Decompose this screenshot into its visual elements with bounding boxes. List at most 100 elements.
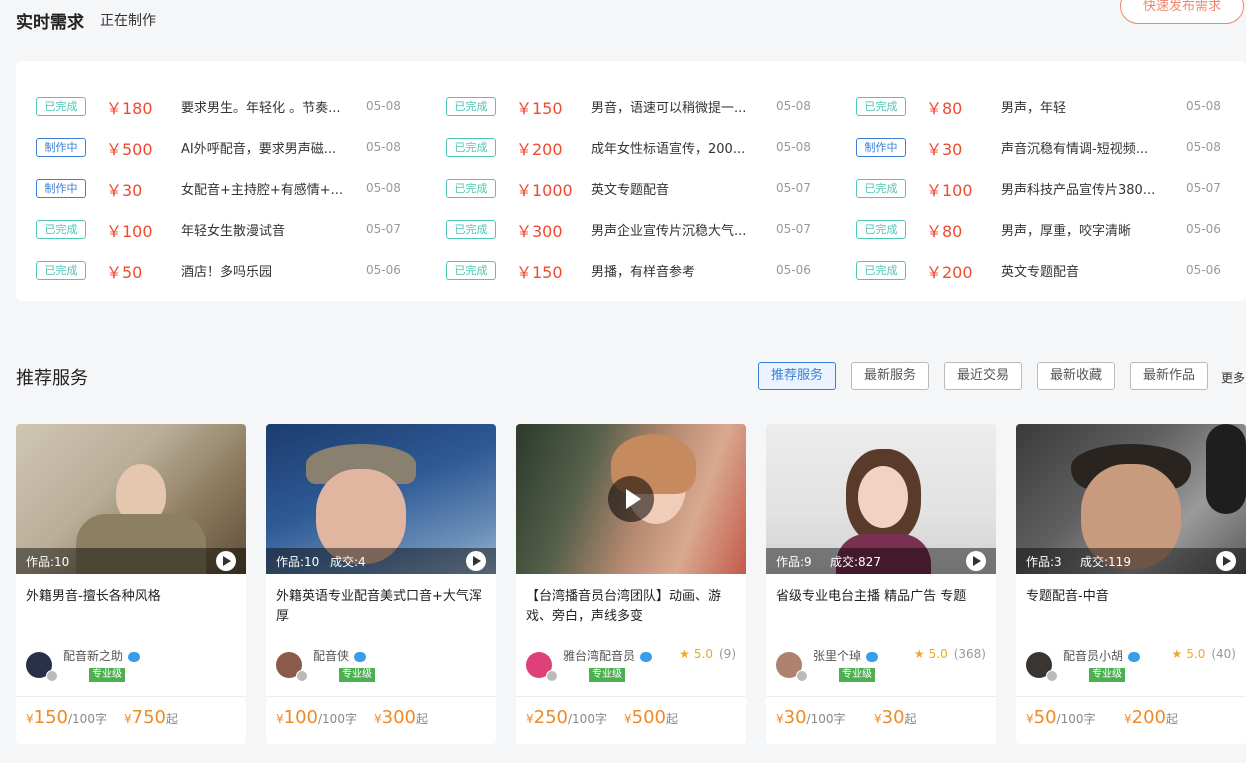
demand-desc[interactable]: 英文专题配音 [1001, 261, 1176, 280]
demand-row[interactable]: 已完成 ￥300 男声企业宣传片沉稳大气... 05-07 [426, 212, 836, 253]
demand-row[interactable]: 已完成 ￥50 酒店！多吗乐园 05-06 [16, 253, 426, 294]
chat-icon[interactable] [640, 651, 653, 662]
status-badge: 已完成 [36, 220, 86, 239]
service-title[interactable]: 【台湾播音员台湾团队】动画、游戏、旁白，声线多变 [526, 587, 736, 627]
demand-date: 05-07 [776, 181, 811, 195]
deals-count: 成交:4 [330, 555, 366, 569]
service-thumbnail[interactable] [516, 424, 746, 574]
seller-name[interactable]: 配音侠 [313, 647, 367, 664]
demand-date: 05-08 [1186, 99, 1221, 113]
demand-row[interactable]: 已完成 ￥80 男声，年轻 05-08 [836, 89, 1246, 130]
demand-desc[interactable]: 男音，语速可以稍微提一... [591, 97, 766, 116]
online-status-icon [546, 670, 558, 682]
more-link[interactable]: 更多 [1221, 369, 1245, 386]
demand-row[interactable]: 制作中 ￥500 AI外呼配音，要求男声磁... 05-08 [16, 130, 426, 171]
demand-price: ￥180 [106, 99, 153, 118]
seller-name[interactable]: 配音新之助 [63, 647, 141, 664]
thumb-info-bar: 作品:9 成交:827 [766, 548, 996, 574]
demand-row[interactable]: 制作中 ￥30 女配音+主持腔+有感情+... 05-08 [16, 171, 426, 212]
service-card[interactable]: 作品:3 成交:119 专题配音-中音 配音员小胡 ★ 5.0 (40) 专业级 ¥… [1016, 424, 1246, 744]
tab-latest-services[interactable]: 最新服务 [851, 362, 929, 390]
rating: ★ 5.0 (40) [1171, 647, 1237, 661]
rating: ★ 5.0 (9) [679, 647, 736, 661]
online-status-icon [296, 670, 308, 682]
demand-row[interactable]: 已完成 ￥180 要求男生。年轻化 。节奏... 05-08 [16, 89, 426, 130]
service-card[interactable]: 作品:10 外籍男音-擅长各种风格 配音新之助 专业级 ¥150/100字 ¥7… [16, 424, 246, 744]
status-badge: 已完成 [856, 261, 906, 280]
demand-row[interactable]: 已完成 ￥200 英文专题配音 05-06 [836, 253, 1246, 294]
divider [16, 696, 246, 697]
status-badge: 已完成 [446, 97, 496, 116]
service-card[interactable]: 作品:10 成交:4 外籍英语专业配音美式口音+大气浑厚 配音侠 专业级 ¥10… [266, 424, 496, 744]
demand-desc[interactable]: 男声企业宣传片沉稳大气... [591, 220, 766, 239]
play-icon[interactable] [966, 551, 986, 571]
tab-recommend[interactable]: 推荐服务 [758, 362, 836, 390]
demand-row[interactable]: 已完成 ￥100 年轻女生散漫试音 05-07 [16, 212, 426, 253]
seller-name[interactable]: 雅台湾配音员 [563, 647, 653, 664]
demand-desc[interactable]: 要求男生。年轻化 。节奏... [181, 97, 356, 116]
demand-desc[interactable]: 年轻女生散漫试音 [181, 220, 356, 239]
demand-price: ￥1000 [516, 181, 573, 200]
play-icon[interactable] [466, 551, 486, 571]
demand-desc[interactable]: 男声科技产品宣传片380... [1001, 179, 1176, 198]
tab-recent-deals[interactable]: 最近交易 [944, 362, 1022, 390]
demand-row[interactable]: 制作中 ￥30 声音沉稳有情调-短视频... 05-08 [836, 130, 1246, 171]
section-subtitle[interactable]: 正在制作 [100, 10, 156, 30]
service-title[interactable]: 外籍男音-擅长各种风格 [26, 587, 236, 607]
play-icon[interactable] [216, 551, 236, 571]
demand-desc[interactable]: 酒店！多吗乐园 [181, 261, 356, 280]
demand-row[interactable]: 已完成 ￥150 男音，语速可以稍微提一... 05-08 [426, 89, 836, 130]
start-price: ¥200起 [1124, 707, 1179, 728]
chat-icon[interactable] [354, 651, 367, 662]
demand-row[interactable]: 已完成 ￥200 成年女性标语宣传，200... 05-08 [426, 130, 836, 171]
service-title[interactable]: 外籍英语专业配音美式口音+大气浑厚 [276, 587, 486, 627]
thumb-info-bar: 作品:3 成交:119 [1016, 548, 1246, 574]
seller-name[interactable]: 张里个琸 [813, 647, 879, 664]
publish-demand-button[interactable]: 快速发布需求 [1120, 0, 1244, 24]
demand-desc[interactable]: 男声，年轻 [1001, 97, 1176, 116]
demand-row[interactable]: 已完成 ￥1000 英文专题配音 05-07 [426, 171, 836, 212]
seller-name[interactable]: 配音员小胡 [1063, 647, 1141, 664]
demand-desc[interactable]: 英文专题配音 [591, 179, 766, 198]
demand-row[interactable]: 已完成 ￥80 男声，厚重，咬字清晰 05-06 [836, 212, 1246, 253]
demand-row[interactable]: 已完成 ￥100 男声科技产品宣传片380... 05-07 [836, 171, 1246, 212]
star-icon: ★ [913, 647, 925, 661]
demand-date: 05-06 [1186, 222, 1221, 236]
service-thumbnail[interactable]: 作品:9 成交:827 [766, 424, 996, 574]
service-thumbnail[interactable]: 作品:10 [16, 424, 246, 574]
service-thumbnail[interactable]: 作品:10 成交:4 [266, 424, 496, 574]
service-title[interactable]: 专题配音-中音 [1026, 587, 1236, 607]
divider [1016, 696, 1246, 697]
status-badge: 制作中 [856, 138, 906, 157]
status-badge: 已完成 [446, 179, 496, 198]
service-card[interactable]: 【台湾播音员台湾团队】动画、游戏、旁白，声线多变 雅台湾配音员 ★ 5.0 (9) … [516, 424, 746, 744]
tab-latest-favorites[interactable]: 最新收藏 [1037, 362, 1115, 390]
status-badge: 已完成 [446, 220, 496, 239]
demand-desc[interactable]: 声音沉稳有情调-短视频... [1001, 138, 1176, 157]
tab-latest-works[interactable]: 最新作品 [1130, 362, 1208, 390]
demand-price: ￥100 [106, 222, 153, 241]
demand-price: ￥50 [106, 263, 143, 282]
service-title[interactable]: 省级专业电台主播 精品广告 专题 [776, 587, 986, 607]
demand-desc[interactable]: 成年女性标语宣传，200... [591, 138, 766, 157]
demand-row[interactable]: 已完成 ￥150 男播，有样音参考 05-06 [426, 253, 836, 294]
service-thumbnail[interactable]: 作品:3 成交:119 [1016, 424, 1246, 574]
demand-desc[interactable]: AI外呼配音，要求男声磁... [181, 138, 356, 157]
demand-price: ￥150 [516, 99, 563, 118]
status-badge: 已完成 [36, 97, 86, 116]
demand-desc[interactable]: 男播，有样音参考 [591, 261, 766, 280]
unit-price: ¥30/100字 [776, 707, 846, 728]
demand-date: 05-08 [366, 99, 401, 113]
video-play-icon[interactable] [608, 476, 654, 522]
works-count: 作品:10 [26, 555, 70, 569]
divider [266, 696, 496, 697]
works-count: 作品:9 [776, 555, 812, 569]
chat-icon[interactable] [866, 651, 879, 662]
chat-icon[interactable] [1128, 651, 1141, 662]
service-card[interactable]: 作品:9 成交:827 省级专业电台主播 精品广告 专题 张里个琸 ★ 5.0 (3… [766, 424, 996, 744]
demand-desc[interactable]: 男声，厚重，咬字清晰 [1001, 220, 1176, 239]
play-icon[interactable] [1216, 551, 1236, 571]
demand-desc[interactable]: 女配音+主持腔+有感情+... [181, 179, 356, 198]
unit-price: ¥250/100字 [526, 707, 607, 728]
chat-icon[interactable] [128, 651, 141, 662]
